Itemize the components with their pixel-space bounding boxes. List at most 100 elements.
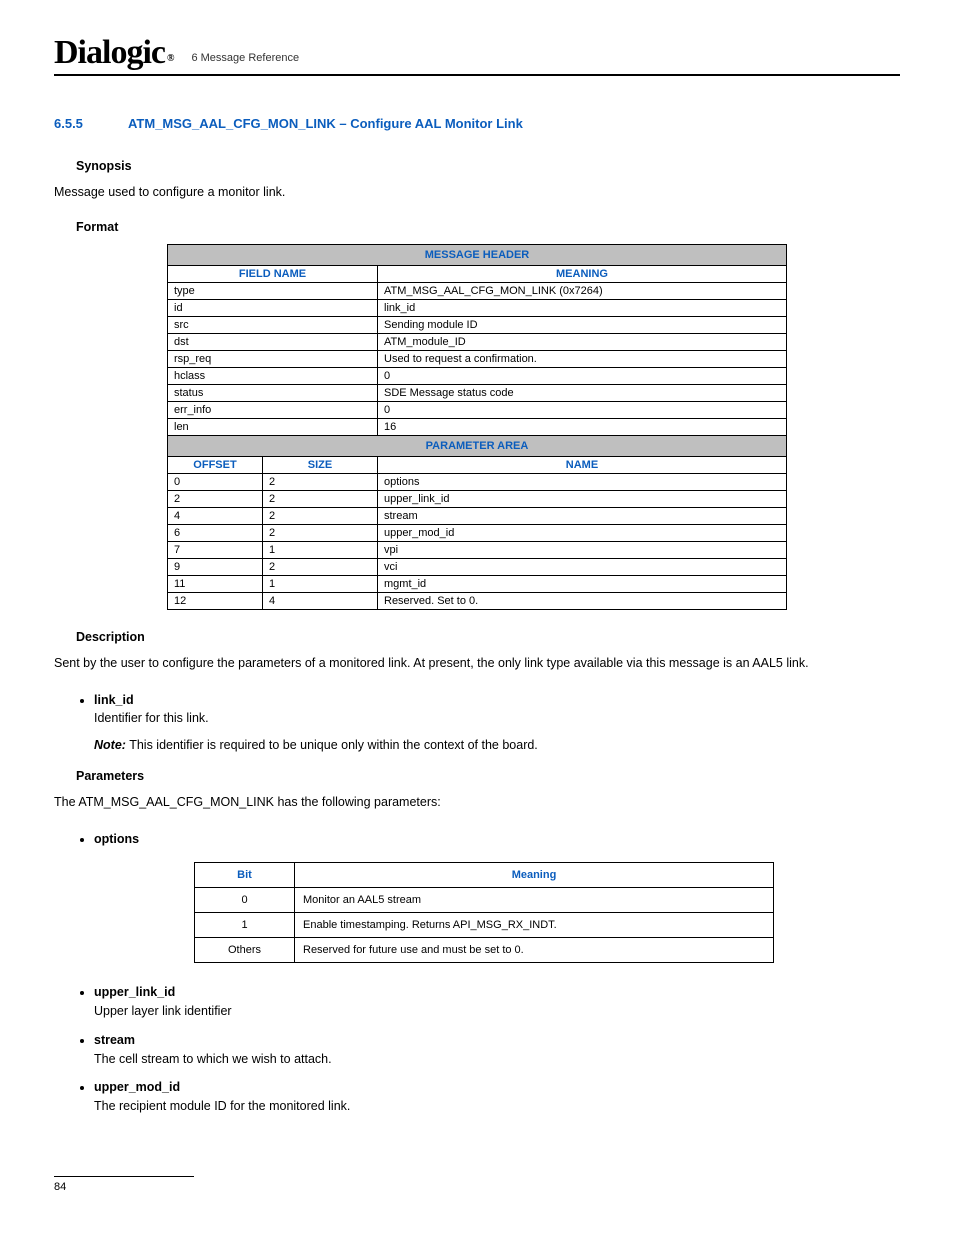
link-id-item: link_id Identifier for this link. Note: …	[94, 691, 900, 755]
opt-meaning-cell: Reserved for future use and must be set …	[295, 938, 774, 963]
stream-item: stream The cell stream to which we wish …	[94, 1031, 900, 1069]
meaning-col: MEANING	[378, 265, 787, 282]
field-cell: rsp_req	[168, 350, 378, 367]
size-cell: 4	[263, 592, 378, 609]
meaning-cell: SDE Message status code	[378, 384, 787, 401]
bit-cell: 0	[195, 888, 295, 913]
offset-cell: 12	[168, 592, 263, 609]
parameters-bullets-2: upper_link_id Upper layer link identifie…	[76, 983, 900, 1116]
name-cell: Reserved. Set to 0.	[378, 592, 787, 609]
table-row: err_info0	[168, 401, 787, 418]
opt-meaning-cell: Monitor an AAL5 stream	[295, 888, 774, 913]
field-name-col: FIELD NAME	[168, 265, 378, 282]
description-heading: Description	[76, 630, 900, 644]
table-row: 1Enable timestamping. Returns API_MSG_RX…	[195, 913, 774, 938]
name-cell: upper_link_id	[378, 490, 787, 507]
upper-mod-id-head: upper_mod_id	[94, 1080, 180, 1094]
meaning-cell: Sending module ID	[378, 316, 787, 333]
table-row: hclass0	[168, 367, 787, 384]
offset-cell: 11	[168, 575, 263, 592]
parameter-area-band: PARAMETER AREA	[168, 435, 787, 456]
meaning-cell: link_id	[378, 299, 787, 316]
opt-meaning-col: Meaning	[295, 863, 774, 888]
field-cell: src	[168, 316, 378, 333]
parameters-intro: The ATM_MSG_AAL_CFG_MON_LINK has the fol…	[54, 793, 900, 812]
upper-link-id-head: upper_link_id	[94, 985, 175, 999]
note-line: Note: This identifier is required to be …	[94, 736, 900, 755]
parameters-bullets: options	[76, 830, 900, 849]
logo-text: Dialogic	[54, 34, 165, 71]
synopsis-text: Message used to configure a monitor link…	[54, 183, 900, 202]
section-title: ATM_MSG_AAL_CFG_MON_LINK – Configure AAL…	[128, 116, 523, 131]
size-cell: 1	[263, 541, 378, 558]
name-col: NAME	[378, 456, 787, 473]
name-cell: stream	[378, 507, 787, 524]
bit-col: Bit	[195, 863, 295, 888]
link-id-head: link_id	[94, 693, 134, 707]
meaning-cell: ATM_module_ID	[378, 333, 787, 350]
offset-col: OFFSET	[168, 456, 263, 473]
table-row: OthersReserved for future use and must b…	[195, 938, 774, 963]
table-row: 42stream	[168, 507, 787, 524]
stream-head: stream	[94, 1033, 135, 1047]
note-label: Note:	[94, 738, 126, 752]
upper-mod-id-text: The recipient module ID for the monitore…	[94, 1099, 350, 1113]
field-cell: hclass	[168, 367, 378, 384]
table-row: idlink_id	[168, 299, 787, 316]
size-cell: 2	[263, 473, 378, 490]
stream-text: The cell stream to which we wish to atta…	[94, 1052, 332, 1066]
field-cell: id	[168, 299, 378, 316]
logo-reg: ®	[167, 53, 173, 64]
link-id-text: Identifier for this link.	[94, 711, 209, 725]
field-cell: err_info	[168, 401, 378, 418]
table-row: 92vci	[168, 558, 787, 575]
size-cell: 2	[263, 490, 378, 507]
table-row: 0Monitor an AAL5 stream	[195, 888, 774, 913]
upper-link-id-item: upper_link_id Upper layer link identifie…	[94, 983, 900, 1021]
table-row: 02options	[168, 473, 787, 490]
table-row: statusSDE Message status code	[168, 384, 787, 401]
options-item: options	[94, 830, 900, 849]
parameters-heading: Parameters	[76, 769, 900, 783]
footer-rule	[54, 1176, 194, 1177]
offset-cell: 9	[168, 558, 263, 575]
offset-cell: 7	[168, 541, 263, 558]
options-head: options	[94, 832, 139, 846]
table-row: dstATM_module_ID	[168, 333, 787, 350]
chapter-label: 6 Message Reference	[191, 52, 900, 70]
meaning-cell: ATM_MSG_AAL_CFG_MON_LINK (0x7264)	[378, 282, 787, 299]
offset-cell: 0	[168, 473, 263, 490]
table-row: rsp_reqUsed to request a confirmation.	[168, 350, 787, 367]
opt-meaning-cell: Enable timestamping. Returns API_MSG_RX_…	[295, 913, 774, 938]
page-header: Dialogic® 6 Message Reference	[54, 36, 900, 70]
meaning-cell: 0	[378, 367, 787, 384]
message-header-band: MESSAGE HEADER	[168, 244, 787, 265]
meaning-cell: 16	[378, 418, 787, 435]
note-text: This identifier is required to be unique…	[129, 738, 538, 752]
size-cell: 2	[263, 507, 378, 524]
offset-cell: 4	[168, 507, 263, 524]
field-cell: status	[168, 384, 378, 401]
section-number: 6.5.5	[54, 116, 128, 131]
options-table: Bit Meaning 0Monitor an AAL5 stream1Enab…	[194, 862, 774, 963]
field-cell: type	[168, 282, 378, 299]
upper-mod-id-item: upper_mod_id The recipient module ID for…	[94, 1078, 900, 1116]
size-cell: 2	[263, 524, 378, 541]
name-cell: options	[378, 473, 787, 490]
bit-cell: Others	[195, 938, 295, 963]
name-cell: vpi	[378, 541, 787, 558]
header-rule	[54, 74, 900, 76]
offset-cell: 6	[168, 524, 263, 541]
field-cell: dst	[168, 333, 378, 350]
name-cell: mgmt_id	[378, 575, 787, 592]
offset-cell: 2	[168, 490, 263, 507]
size-cell: 1	[263, 575, 378, 592]
description-text: Sent by the user to configure the parame…	[54, 654, 900, 673]
table-row: 71vpi	[168, 541, 787, 558]
table-row: typeATM_MSG_AAL_CFG_MON_LINK (0x7264)	[168, 282, 787, 299]
size-cell: 2	[263, 558, 378, 575]
meaning-cell: Used to request a confirmation.	[378, 350, 787, 367]
upper-link-id-text: Upper layer link identifier	[94, 1004, 232, 1018]
format-heading: Format	[76, 220, 900, 234]
name-cell: vci	[378, 558, 787, 575]
